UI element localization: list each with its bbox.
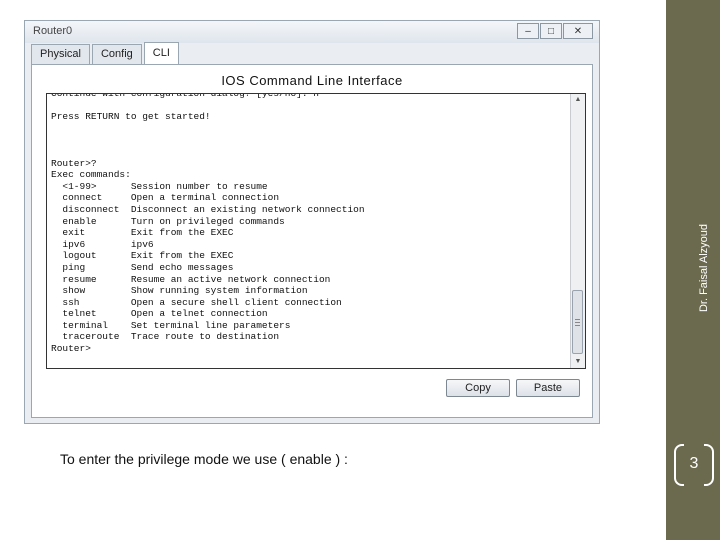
scroll-thumb[interactable]	[572, 290, 583, 354]
scroll-down-arrow-icon[interactable]: ▼	[571, 356, 585, 368]
tab-cli[interactable]: CLI	[143, 42, 179, 64]
scroll-up-arrow-icon[interactable]: ▲	[571, 94, 585, 106]
cli-panel: IOS Command Line Interface Continue with…	[31, 64, 593, 418]
panel-title: IOS Command Line Interface	[221, 73, 403, 88]
window-controls: – □ ✕	[517, 23, 593, 39]
grip-line	[575, 319, 580, 320]
slide-caption: To enter the privilege mode we use ( ena…	[60, 451, 348, 467]
grip-line	[575, 325, 580, 326]
title-bar: Router0 – □ ✕	[25, 21, 599, 43]
cli-output[interactable]: Continue with configuration dialog? [yes…	[51, 94, 365, 355]
cli-console[interactable]: Continue with configuration dialog? [yes…	[46, 93, 586, 369]
page-number: 3	[674, 444, 714, 486]
window-title: Router0	[33, 25, 73, 37]
copy-button[interactable]: Copy	[446, 379, 510, 397]
grip-line	[575, 322, 580, 323]
close-button[interactable]: ✕	[563, 23, 593, 39]
paste-button[interactable]: Paste	[516, 379, 580, 397]
tab-config[interactable]: Config	[91, 44, 142, 64]
minimize-button[interactable]: –	[517, 23, 539, 39]
vertical-scrollbar[interactable]: ▲ ▼	[570, 94, 585, 368]
author-label: Dr. Faisal Alzyoud	[698, 223, 710, 313]
tab-physical[interactable]: Physical	[31, 44, 90, 64]
tab-strip: Physical Config CLI	[31, 42, 181, 64]
maximize-button[interactable]: □	[540, 23, 562, 39]
router-window: Router0 – □ ✕ Physical Config CLI IOS Co…	[24, 20, 600, 424]
